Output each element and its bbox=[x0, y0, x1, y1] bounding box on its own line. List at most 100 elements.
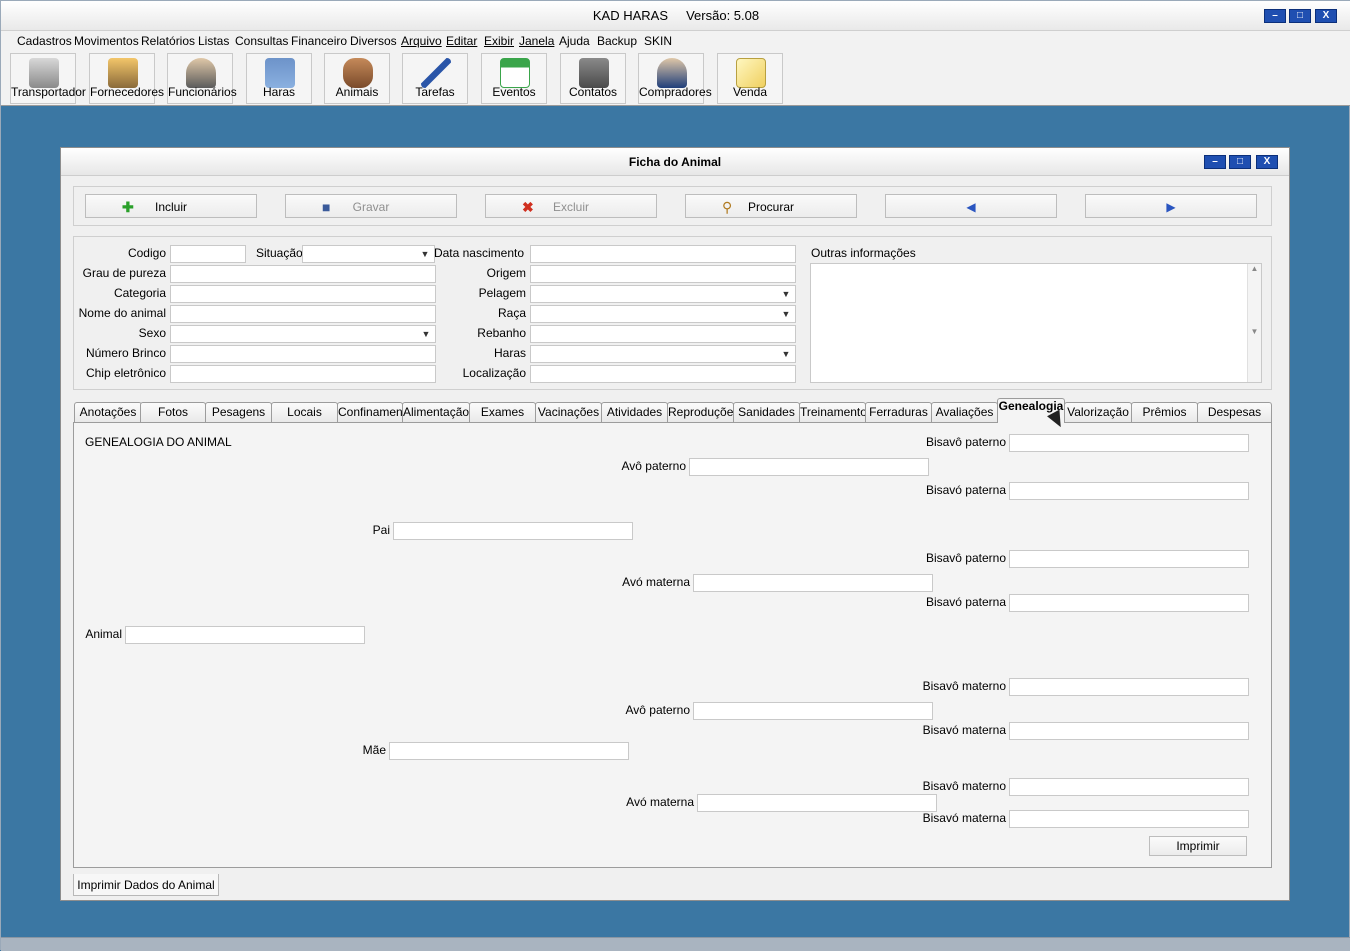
bisavo-paterno-input-2[interactable] bbox=[1009, 550, 1249, 568]
chip-input[interactable] bbox=[170, 365, 436, 383]
origem-label: Origem bbox=[486, 266, 526, 280]
sexo-select[interactable]: ▼ bbox=[170, 325, 436, 343]
tab-despesas[interactable]: Despesas bbox=[1197, 402, 1272, 422]
previous-record-button[interactable]: ◀ bbox=[885, 194, 1057, 218]
nome-animal-input[interactable] bbox=[170, 305, 436, 323]
toolbar-label: Animais bbox=[335, 85, 379, 99]
chevron-down-icon: ▼ bbox=[781, 289, 791, 299]
menu-janela[interactable]: Janela bbox=[519, 34, 554, 48]
pai-input[interactable] bbox=[393, 522, 633, 540]
imprimir-dados-animal-tab[interactable]: Imprimir Dados do Animal bbox=[73, 874, 219, 896]
menu-financeiro[interactable]: Financeiro bbox=[291, 34, 347, 48]
minimize-button[interactable]: – bbox=[1264, 9, 1286, 23]
procurar-button[interactable]: ⚲ Procurar bbox=[685, 194, 857, 218]
avo-paterno-input[interactable] bbox=[689, 458, 929, 476]
data-nascimento-input[interactable] bbox=[530, 245, 796, 263]
localizacao-input[interactable] bbox=[530, 365, 796, 383]
close-button[interactable]: X bbox=[1315, 9, 1337, 23]
tab-fotos[interactable]: Fotos bbox=[140, 402, 206, 422]
excluir-button[interactable]: ✖ Excluir bbox=[485, 194, 657, 218]
pai-label: Pai bbox=[372, 523, 390, 537]
tab-reproducoes[interactable]: Reproduções bbox=[667, 402, 734, 422]
grau-pureza-input[interactable] bbox=[170, 265, 436, 283]
tab-anotacoes[interactable]: Anotações bbox=[74, 402, 142, 422]
incluir-button[interactable]: ✚ Incluir bbox=[85, 194, 257, 218]
bisavo-materno-input-1[interactable] bbox=[1009, 678, 1249, 696]
toolbar-funcionarios-button[interactable]: Funcionários bbox=[167, 53, 237, 104]
horse-head-icon bbox=[343, 58, 373, 88]
tab-pesagens[interactable]: Pesagens bbox=[205, 402, 272, 422]
toolbar-tarefas-button[interactable]: Tarefas bbox=[402, 53, 468, 104]
avo-materna-mae-input[interactable] bbox=[697, 794, 937, 812]
avo-materna-input[interactable] bbox=[693, 574, 933, 592]
tab-vacinacoes[interactable]: Vacinações bbox=[535, 402, 602, 422]
tab-ferraduras[interactable]: Ferraduras bbox=[865, 402, 932, 422]
menu-consultas[interactable]: Consultas bbox=[235, 34, 288, 48]
menu-ajuda[interactable]: Ajuda bbox=[559, 34, 590, 48]
gravar-button[interactable]: ■ Gravar bbox=[285, 194, 457, 218]
menu-arquivo[interactable]: Arquivo bbox=[401, 34, 442, 48]
haras-select[interactable]: ▼ bbox=[530, 345, 796, 363]
pelagem-select[interactable]: ▼ bbox=[530, 285, 796, 303]
toolbar-venda-button[interactable]: Venda bbox=[717, 53, 783, 104]
app-titlebar: KAD HARAS Versão: 5.08 – □ X bbox=[1, 1, 1350, 31]
next-record-button[interactable]: ▶ bbox=[1085, 194, 1257, 218]
menu-exibir[interactable]: Exibir bbox=[484, 34, 514, 48]
tab-avaliacoes[interactable]: Avaliações bbox=[931, 402, 998, 422]
bisavo-paterna-input-2[interactable] bbox=[1009, 594, 1249, 612]
tab-premios[interactable]: Prêmios bbox=[1131, 402, 1198, 422]
bisavo-paterno-input-1[interactable] bbox=[1009, 434, 1249, 452]
menu-movimentos[interactable]: Movimentos bbox=[74, 34, 139, 48]
menu-backup[interactable]: Backup bbox=[597, 34, 637, 48]
menu-cadastros[interactable]: Cadastros bbox=[17, 34, 72, 48]
tab-alimentacao[interactable]: Alimentação bbox=[402, 402, 470, 422]
bisavo-materno-input-2[interactable] bbox=[1009, 778, 1249, 796]
toolbar-eventos-button[interactable]: Eventos bbox=[481, 53, 547, 104]
tab-treinamentos[interactable]: Treinamentos bbox=[799, 402, 866, 422]
mae-input[interactable] bbox=[389, 742, 629, 760]
bisavo-materna-label-1: Bisavó materna bbox=[922, 723, 1006, 737]
raca-select[interactable]: ▼ bbox=[530, 305, 796, 323]
tab-sanidades[interactable]: Sanidades bbox=[733, 402, 800, 422]
bisavo-paterno-label-2: Bisavô paterno bbox=[925, 551, 1006, 565]
rebanho-input[interactable] bbox=[530, 325, 796, 343]
scrollbar[interactable]: ▲ ▼ bbox=[1247, 264, 1261, 382]
codigo-input[interactable] bbox=[170, 245, 246, 263]
bisavo-materna-input-1[interactable] bbox=[1009, 722, 1249, 740]
situacao-select[interactable]: ▼ bbox=[302, 245, 435, 263]
menu-listas[interactable]: Listas bbox=[198, 34, 229, 48]
toolbar-transportador-button[interactable]: Transportador bbox=[10, 53, 86, 104]
menu-relatorios[interactable]: Relatórios bbox=[141, 34, 195, 48]
toolbar-haras-button[interactable]: Haras bbox=[246, 53, 312, 104]
toolbar-compradores-button[interactable]: Compradores bbox=[638, 53, 712, 104]
genealogy-heading: GENEALOGIA DO ANIMAL bbox=[85, 435, 232, 449]
origem-input[interactable] bbox=[530, 265, 796, 283]
menu-skin[interactable]: SKIN bbox=[644, 34, 672, 48]
outras-informacoes-textarea[interactable]: ▲ ▼ bbox=[810, 263, 1262, 383]
imprimir-button[interactable]: Imprimir bbox=[1149, 836, 1247, 856]
outras-informacoes-label: Outras informações bbox=[811, 246, 916, 260]
tab-locais[interactable]: Locais bbox=[271, 402, 338, 422]
toolbar-fornecedores-button[interactable]: Fornecedores bbox=[89, 53, 165, 104]
menu-editar[interactable]: Editar bbox=[446, 34, 477, 48]
menu-diversos[interactable]: Diversos bbox=[350, 34, 397, 48]
tab-exames[interactable]: Exames bbox=[469, 402, 536, 422]
avo-paterno-mae-input[interactable] bbox=[693, 702, 933, 720]
bisavo-materna-input-2[interactable] bbox=[1009, 810, 1249, 828]
numero-brinco-input[interactable] bbox=[170, 345, 436, 363]
categoria-input[interactable] bbox=[170, 285, 436, 303]
tab-valorizacao[interactable]: Valorização bbox=[1064, 402, 1132, 422]
toolbar-label: Tarefas bbox=[415, 85, 455, 99]
maximize-button[interactable]: □ bbox=[1289, 9, 1311, 23]
toolbar-animais-button[interactable]: Animais bbox=[324, 53, 390, 104]
child-minimize-button[interactable]: – bbox=[1204, 155, 1226, 169]
toolbar-contatos-button[interactable]: Contatos bbox=[560, 53, 626, 104]
child-close-button[interactable]: X bbox=[1256, 155, 1278, 169]
toolbar-label: Fornecedores bbox=[90, 85, 165, 99]
tab-confinamento[interactable]: Confinamen bbox=[337, 402, 403, 422]
child-maximize-button[interactable]: □ bbox=[1229, 155, 1251, 169]
animal-input[interactable] bbox=[125, 626, 365, 644]
bisavo-paterna-input-1[interactable] bbox=[1009, 482, 1249, 500]
toolbar-label: Venda bbox=[732, 85, 768, 99]
tab-atividades[interactable]: Atividades bbox=[601, 402, 668, 422]
